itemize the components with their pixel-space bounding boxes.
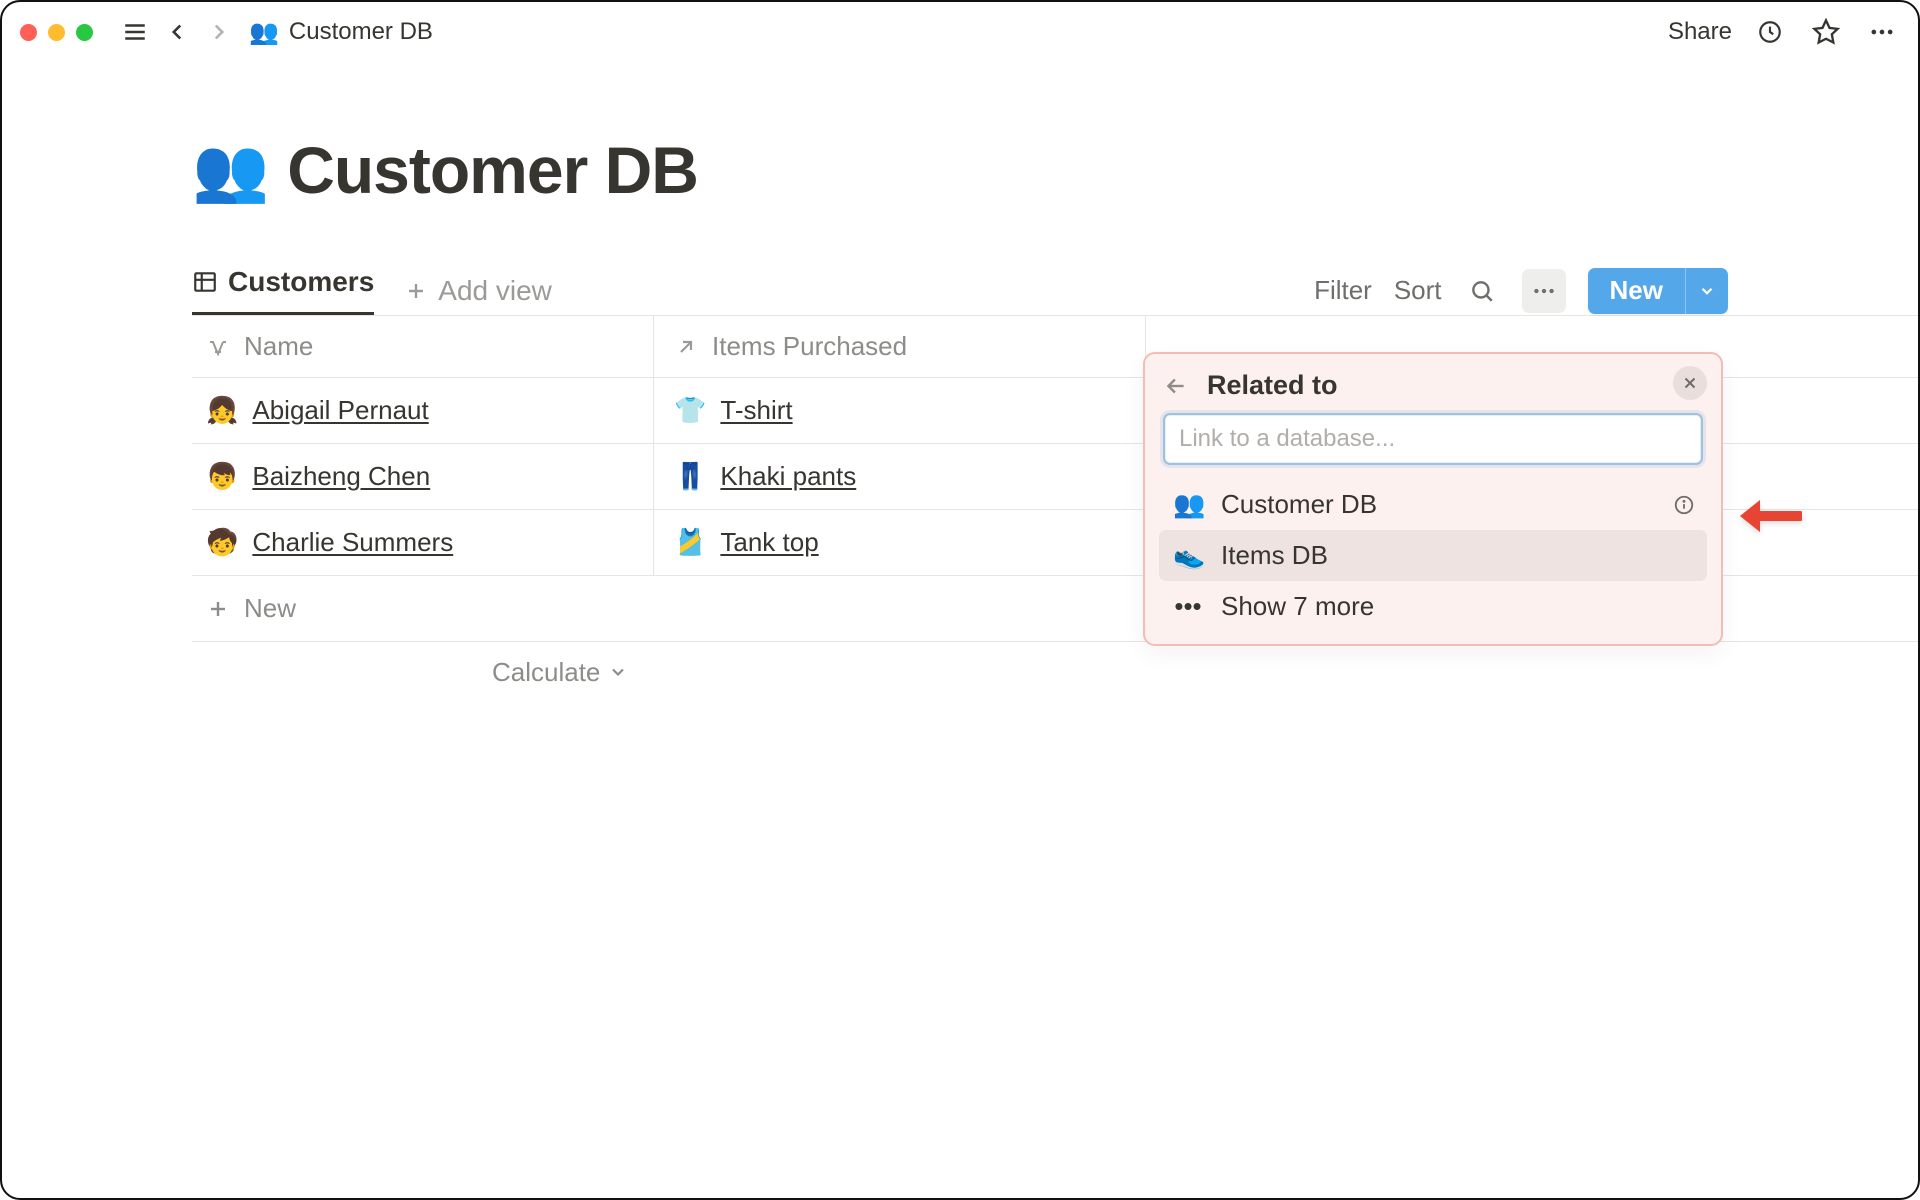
minimize-window-icon[interactable] — [48, 24, 65, 41]
row-avatar-icon: 👦 — [206, 461, 238, 492]
cell-items[interactable]: 🎽 Tank top — [654, 510, 1146, 575]
item-emoji-icon: 🎽 — [674, 527, 706, 558]
hamburger-icon[interactable] — [117, 14, 153, 50]
column-header-items[interactable]: Items Purchased — [654, 316, 1146, 377]
popover-search-wrap — [1163, 413, 1703, 465]
popover-back-icon[interactable] — [1163, 373, 1189, 399]
text-property-icon — [206, 335, 230, 359]
popover-option[interactable]: 👥 Customer DB — [1159, 479, 1707, 530]
maximize-window-icon[interactable] — [76, 24, 93, 41]
topbar-left: 👥 Customer DB — [20, 14, 433, 50]
row-name-text: Baizheng Chen — [252, 461, 430, 492]
item-text: Tank top — [720, 527, 818, 558]
tab-customers[interactable]: Customers — [192, 266, 374, 315]
views-left: Customers Add view — [192, 266, 552, 315]
cell-items[interactable]: 👖 Khaki pants — [654, 444, 1146, 509]
info-icon[interactable] — [1673, 494, 1695, 516]
item-text: Khaki pants — [720, 461, 856, 492]
cell-name[interactable]: 👧 Abigail Pernaut — [192, 378, 654, 443]
new-button-label: New — [1588, 268, 1685, 314]
page-title-row: 👥 Customer DB — [192, 132, 1918, 208]
row-avatar-icon: 👧 — [206, 395, 238, 426]
column-items-label: Items Purchased — [712, 331, 907, 362]
popover-header: Related to — [1155, 364, 1711, 413]
app-window: 👥 Customer DB Share 👥 Customer DB — [0, 0, 1920, 1200]
option-icon: ••• — [1173, 591, 1203, 622]
cell-name[interactable]: 🧒 Charlie Summers — [192, 510, 654, 575]
close-window-icon[interactable] — [20, 24, 37, 41]
cell-items[interactable]: 👕 T-shirt — [654, 378, 1146, 443]
add-view-button[interactable]: Add view — [404, 275, 552, 307]
popover-close-icon[interactable] — [1673, 366, 1707, 400]
breadcrumb[interactable]: 👥 Customer DB — [249, 18, 433, 47]
page-icon[interactable]: 👥 — [192, 134, 269, 207]
sort-button[interactable]: Sort — [1394, 275, 1442, 306]
item-text: T-shirt — [720, 395, 792, 426]
topbar-right: Share — [1668, 14, 1900, 50]
relation-property-icon — [674, 335, 698, 359]
cell-name[interactable]: 👦 Baizheng Chen — [192, 444, 654, 509]
page-title[interactable]: Customer DB — [287, 132, 698, 208]
views-right: Filter Sort New — [1314, 268, 1728, 314]
item-emoji-icon: 👖 — [674, 461, 706, 492]
option-icon: 👥 — [1173, 489, 1203, 520]
breadcrumb-icon: 👥 — [249, 18, 279, 47]
link-database-input[interactable] — [1163, 413, 1703, 465]
search-icon[interactable] — [1464, 273, 1500, 309]
popover-option[interactable]: 👟 Items DB — [1159, 530, 1707, 581]
back-icon[interactable] — [159, 14, 195, 50]
popover-option[interactable]: ••• Show 7 more — [1159, 581, 1707, 632]
view-options-icon[interactable] — [1522, 269, 1566, 313]
popover-title: Related to — [1207, 370, 1338, 401]
row-avatar-icon: 🧒 — [206, 527, 238, 558]
item-emoji-icon: 👕 — [674, 395, 706, 426]
new-button[interactable]: New — [1588, 268, 1728, 314]
add-view-label: Add view — [438, 275, 552, 307]
views-row: Customers Add view Filter Sort New — [192, 266, 1918, 315]
window-controls — [20, 24, 93, 41]
topbar: 👥 Customer DB Share — [2, 2, 1918, 62]
star-icon[interactable] — [1808, 14, 1844, 50]
add-row-label: New — [244, 593, 296, 624]
clock-icon[interactable] — [1752, 14, 1788, 50]
tab-label: Customers — [228, 266, 374, 298]
option-label: Show 7 more — [1221, 591, 1374, 622]
calculate-button[interactable]: Calculate — [192, 642, 1918, 702]
row-name-text: Charlie Summers — [252, 527, 453, 558]
option-label: Customer DB — [1221, 489, 1377, 520]
column-header-name[interactable]: Name — [192, 316, 654, 377]
breadcrumb-title: Customer DB — [289, 18, 433, 46]
share-button[interactable]: Share — [1668, 18, 1732, 46]
filter-button[interactable]: Filter — [1314, 275, 1372, 306]
annotation-arrow-icon — [1730, 494, 1802, 538]
option-label: Items DB — [1221, 540, 1328, 571]
option-icon: 👟 — [1173, 540, 1203, 571]
more-icon[interactable] — [1864, 14, 1900, 50]
row-name-text: Abigail Pernaut — [252, 395, 428, 426]
column-name-label: Name — [244, 331, 313, 362]
calculate-label: Calculate — [492, 657, 600, 688]
forward-icon[interactable] — [201, 14, 237, 50]
new-button-chevron-icon[interactable] — [1685, 268, 1728, 314]
popover-option-list: 👥 Customer DB 👟 Items DB ••• Show 7 more — [1155, 475, 1711, 636]
related-to-popover: Related to 👥 Customer DB 👟 Items DB ••• Show … — [1143, 352, 1723, 646]
